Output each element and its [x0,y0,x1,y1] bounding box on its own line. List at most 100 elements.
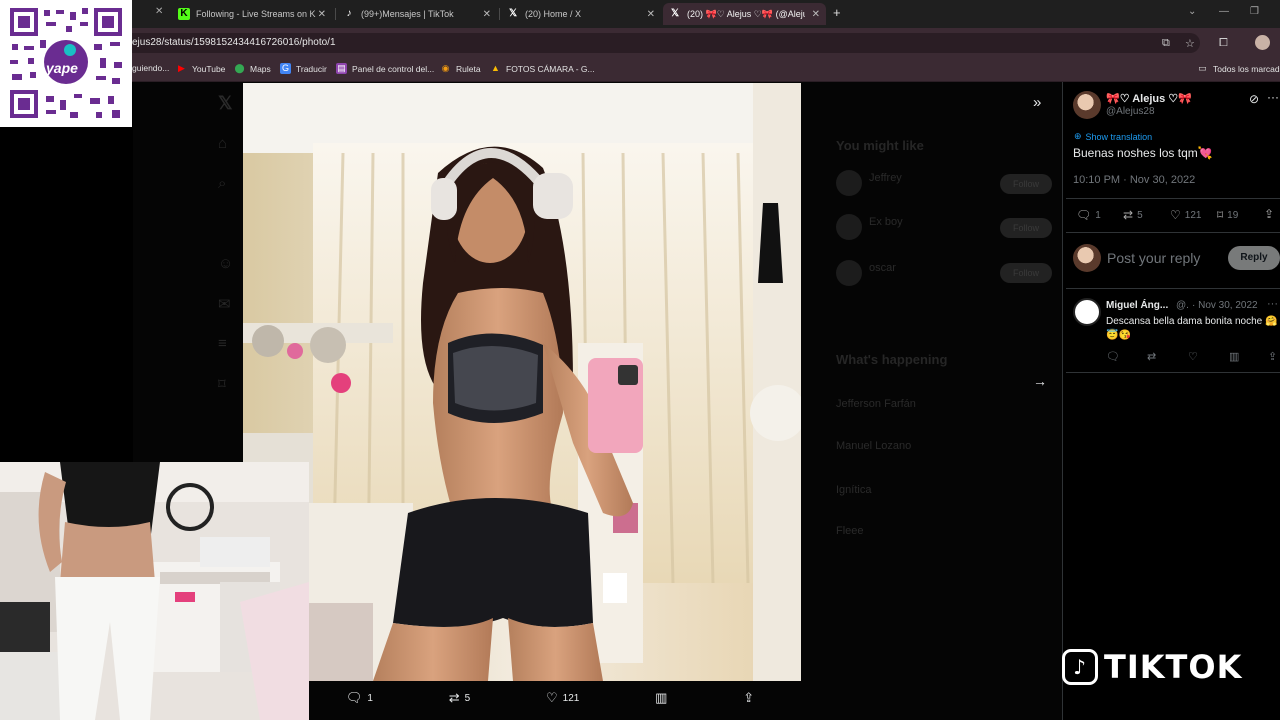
folder-icon: ▭ [1198,63,1207,73]
reply-author-handle[interactable]: @. [1176,300,1189,311]
heart-icon[interactable]: ♡ [1188,350,1198,363]
profile-avatar[interactable] [1255,35,1270,50]
bookmark-star-icon[interactable]: ☆ [1185,37,1195,50]
tab-kick[interactable]: K Following - Live Streams on Ki ✕ [172,3,332,25]
close-tab-icon[interactable]: ✕ [318,9,326,20]
x-icon: 𝕏 [670,8,680,19]
home-icon: ⌂ [218,135,228,152]
minimize-icon[interactable]: — [1219,6,1229,17]
like-action[interactable]: ♡ 121 [546,690,579,706]
author-handle[interactable]: @Alejus28 [1106,106,1155,117]
tab-title: (20) 🎀♡ Alejus ♡🎀 (@Alejus2 [687,8,805,19]
suggestion-avatar [836,260,862,286]
kick-icon: K [178,8,190,20]
more-options-icon[interactable]: ··· [1267,298,1278,310]
reply-count: 1 [367,692,373,704]
suggestion-avatar [836,170,862,196]
bookmark-panel[interactable]: ▤ Panel de control del... [336,63,434,74]
reply-author-avatar[interactable] [1073,298,1101,326]
suggestion-name: Jeffrey [869,172,902,184]
trend-item: Jefferson Farfán [836,398,916,410]
suggestion-name: oscar [869,262,896,274]
reply-action[interactable]: 🗨 1 [1076,208,1101,222]
drive-icon: ▲ [491,63,500,73]
author-display-name[interactable]: 🎀♡ Alejus ♡🎀 [1106,92,1192,105]
trend-item: Ignítica [836,484,872,496]
url-field[interactable]: ejus28/status/1598152434416726016/photo/… [120,33,1200,53]
you-might-like-heading: You might like [836,138,924,153]
show-translation-link[interactable]: ⊕ Show translation [1074,131,1152,142]
extensions-icon[interactable]: ⧠ [1219,37,1228,50]
x-icon: 𝕏 [508,8,518,19]
new-tab-plus-icon[interactable]: + [833,5,841,20]
reply-bubble-icon: 🗨 [1076,208,1092,222]
repost-action[interactable]: ⇄ 5 [449,690,470,706]
tiktok-watermark: ♪ TIKTOK [1062,648,1242,686]
install-app-icon[interactable]: ⧉ [1162,37,1170,50]
tab-tiktok[interactable]: ♪ (99+)Mensajes | TikTok ✕ [337,3,497,25]
bookmark-label: Traducir [296,63,327,74]
whats-happening-heading: What's happening [836,352,948,367]
share-action[interactable]: ⇪ [743,690,754,706]
repost-action[interactable]: ⇄ 5 [1123,208,1143,222]
reply-bubble-icon[interactable]: 🗨 [1106,350,1120,363]
bookmark-maps[interactable]: ⬤ Maps [234,63,270,74]
show-translation-label: Show translation [1085,131,1153,142]
bookmark-count: 19 [1227,209,1239,221]
translate-icon: G [280,63,291,74]
tab-x-status-active[interactable]: 𝕏 (20) 🎀♡ Alejus ♡🎀 (@Alejus2 ✕ [663,3,826,25]
repost-icon[interactable]: ⇄ [1147,350,1156,363]
reply-action[interactable]: 🗨 1 [346,690,373,706]
like-action[interactable]: ♡ 121 [1170,208,1201,222]
search-icon: ⌕ [218,175,227,192]
suggestion-avatar [836,214,862,240]
close-tab-icon[interactable]: ✕ [647,9,655,20]
next-photo-arrow-icon[interactable]: → [1033,373,1047,389]
trend-item: Manuel Lozano [836,440,912,452]
analytics-action[interactable]: ▥ [655,690,667,706]
bookmark-fotos[interactable]: ▲ FOTOS CÁMARA - G... [490,63,595,74]
reply-button[interactable]: Reply [1228,246,1280,270]
tab-title: (20) Home / X [525,9,582,19]
mail-icon: ✉ [218,296,231,313]
tiktok-logo-icon: ♪ [1062,649,1098,685]
grok-icon[interactable]: ⊘ [1249,92,1259,106]
bookmark-label: Ruleta [456,63,481,74]
heart-icon: ♡ [1170,208,1181,222]
collapse-panel-icon[interactable]: » [1033,94,1041,111]
tab-divider [335,8,336,20]
maps-icon: ⬤ [234,63,245,73]
reply-date[interactable]: · Nov 30, 2022 [1192,300,1258,311]
tiktok-label: TIKTOK [1104,648,1243,686]
tab-search-chevron-icon[interactable]: ⌄ [1188,6,1196,17]
bookmark-youtube[interactable]: ▶ YouTube [176,63,225,74]
trend-item: Fleee [836,525,864,537]
tweet-timestamp[interactable]: 10:10 PM · Nov 30, 2022 [1073,174,1195,186]
tiktok-icon: ♪ [346,8,352,19]
share-icon[interactable]: ⇪ [1268,350,1277,363]
restore-window-icon[interactable]: ❐ [1250,6,1259,17]
author-avatar[interactable] [1073,91,1101,119]
close-tab-icon[interactable]: ✕ [812,9,820,20]
bookmark-label: Panel de control del... [352,63,435,74]
tweet-photo[interactable] [243,83,801,681]
repost-count: 5 [464,692,471,704]
bookmark-icon: ⌑ [218,376,226,393]
reply-text: Descansa bella dama bonita noche 🤗😇😘 [1106,316,1278,341]
analytics-icon[interactable]: ▥ [1229,350,1239,363]
reply-author-name[interactable]: Miguel Áng... [1106,300,1168,311]
more-options-icon[interactable]: ··· [1267,90,1279,104]
close-tab-icon[interactable]: ✕ [483,9,491,20]
bookmark-ruleta[interactable]: ◉ Ruleta [440,63,481,74]
reply-input[interactable]: Post your reply [1107,250,1200,266]
all-bookmarks[interactable]: ▭ Todos los marcado [1197,63,1280,74]
tab-title: Following - Live Streams on Ki [196,9,316,19]
close-tab-icon[interactable]: ✕ [155,6,163,17]
bookmark-item[interactable]: guiendo... [132,63,169,73]
share-icon[interactable]: ⇪ [1264,207,1274,221]
bookmark-translate[interactable]: G Traducir [280,63,327,74]
like-count: 121 [562,692,580,704]
bookmark-action[interactable]: ⌑ 19 [1217,208,1238,222]
repost-icon: ⇄ [1123,208,1134,222]
tab-x-home[interactable]: 𝕏 (20) Home / X ✕ [501,3,661,25]
